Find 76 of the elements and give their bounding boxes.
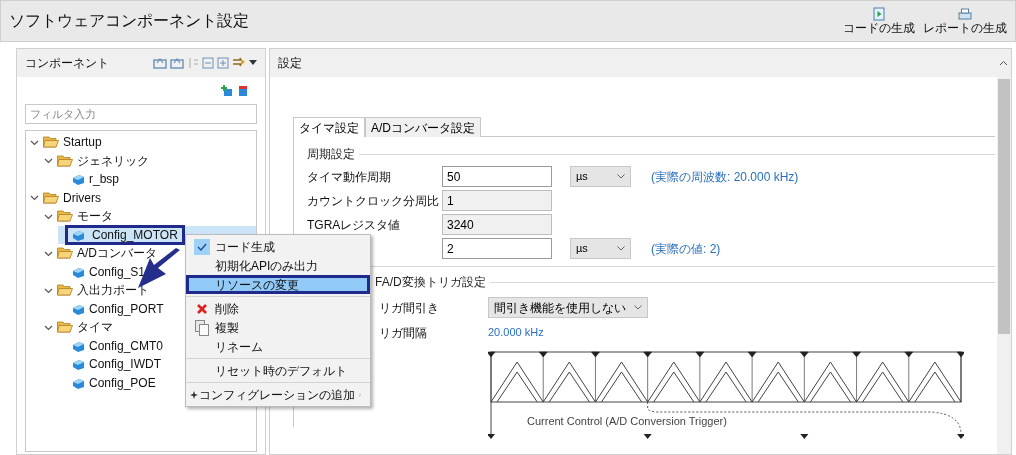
- menu-item[interactable]: 複製: [186, 318, 370, 337]
- filter-field[interactable]: フィルタ入力: [25, 104, 257, 124]
- unit-select[interactable]: µs: [570, 166, 631, 187]
- dropdown-caret-icon[interactable]: [249, 60, 257, 66]
- tree-item[interactable]: Config_POE: [89, 375, 156, 390]
- actual-value-note: (実際の周波数: 20.000 kHz): [651, 168, 799, 186]
- field-label: リガ間隔: [379, 324, 428, 342]
- tree-item[interactable]: Config_IWDT: [89, 357, 162, 372]
- value-field[interactable]: 50: [442, 166, 552, 187]
- cube-icon: [71, 172, 85, 187]
- field-label: タイマ動作周期: [307, 168, 392, 186]
- value-field[interactable]: 3240: [442, 214, 552, 235]
- remove-component-icon[interactable]: [237, 85, 249, 97]
- field-label: TGRAレジスタ値: [307, 216, 402, 234]
- chevron-icon[interactable]: [44, 156, 53, 166]
- copy-icon: [195, 319, 209, 336]
- scroll-thumb[interactable]: [998, 79, 1010, 334]
- unit-select[interactable]: µs: [570, 238, 631, 259]
- folder-icon: [43, 136, 59, 149]
- import-icon[interactable]: [153, 57, 167, 69]
- tree-item[interactable]: Config_PORT: [89, 301, 164, 316]
- tree-item[interactable]: Config_MOTOR: [65, 224, 185, 245]
- printer-icon: [958, 8, 972, 21]
- tree-item[interactable]: Startup: [63, 135, 102, 150]
- menu-item[interactable]: リソースの変更: [186, 275, 370, 294]
- report-button[interactable]: レポートの生成: [923, 8, 1007, 35]
- folder-icon: [57, 247, 73, 260]
- panel-title: コンポーネント: [25, 55, 109, 72]
- tree-item[interactable]: Config_S1: [89, 264, 146, 279]
- tab[interactable]: タイマ設定: [293, 117, 365, 137]
- field-label: リガ間引き: [379, 299, 440, 317]
- chevron-icon[interactable]: [30, 193, 39, 203]
- arrows-icon[interactable]: [232, 57, 246, 69]
- tree-item[interactable]: 入出力ポート: [77, 283, 149, 298]
- group-title: 周期設定: [307, 146, 355, 163]
- thinning-select[interactable]: 間引き機能を使用しない: [488, 297, 648, 318]
- chevron-down-icon: [617, 246, 625, 251]
- x-icon: [197, 303, 207, 314]
- generate-code-button[interactable]: コードの生成: [843, 7, 915, 35]
- menu-item[interactable]: リセット時のデフォルト: [186, 361, 370, 380]
- play-document-icon: [873, 7, 885, 21]
- menu-item[interactable]: 初期化APIのみ出力: [186, 256, 370, 275]
- scroll-up-icon[interactable]: [999, 60, 1008, 66]
- tree-item[interactable]: タイマ: [77, 320, 113, 335]
- sparkle-icon: [190, 390, 199, 399]
- tree-item[interactable]: r_bsp: [89, 172, 120, 187]
- menu-item[interactable]: リネーム: [186, 337, 370, 356]
- folder-icon: [57, 210, 73, 223]
- tree-item[interactable]: A/Dコンバータ: [77, 246, 157, 261]
- tree-item[interactable]: Drivers: [63, 190, 101, 205]
- add-component-icon[interactable]: [221, 85, 233, 97]
- folder-icon: [43, 191, 59, 204]
- chevron-down-icon: [634, 305, 642, 310]
- menu-item[interactable]: コンフィグレーションの追加: [186, 385, 370, 404]
- checkmark-icon: [194, 238, 210, 255]
- window-title: ソフトウェアコンポーネント設定: [9, 11, 249, 31]
- cube-icon: [71, 357, 85, 372]
- diagram-caption: Current Control (A/D Conversion Trigger): [527, 414, 727, 429]
- interval-value: 20.000 kHz: [488, 325, 544, 341]
- folder-icon: [57, 154, 73, 167]
- folder-icon: [57, 284, 73, 297]
- actual-value-note: (実際の値: 2): [651, 240, 721, 258]
- export-icon[interactable]: [170, 57, 184, 69]
- menu-item[interactable]: コード生成: [186, 237, 370, 256]
- tree-item[interactable]: Config_CMT0: [89, 338, 164, 353]
- chevron-down-icon: [617, 174, 625, 179]
- value-field[interactable]: 2: [442, 238, 552, 259]
- panel-title: 設定: [278, 55, 302, 72]
- group-title: FA/D変換トリガ設定: [375, 274, 486, 291]
- field-label: カウントクロック分周比: [307, 192, 440, 210]
- tab[interactable]: A/Dコンバータ設定: [365, 117, 481, 137]
- folder-icon: [57, 321, 73, 334]
- tree-item[interactable]: モータ: [77, 209, 113, 224]
- value-field[interactable]: 1: [442, 190, 552, 211]
- menu-item[interactable]: 削除: [186, 299, 370, 318]
- tree-item[interactable]: ジェネリック: [77, 153, 149, 168]
